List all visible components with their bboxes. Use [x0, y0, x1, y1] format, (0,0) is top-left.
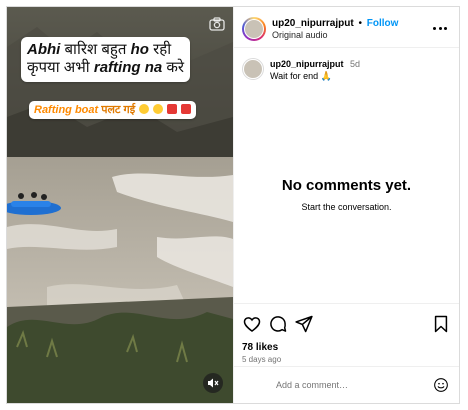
muted-speaker-icon: [208, 378, 219, 388]
header-text: up20_nipurrajput • Follow Original audio: [272, 18, 433, 41]
avatar-image: [245, 20, 263, 38]
caption-line-1: Abhi बारिश बहुत ho रही: [27, 41, 172, 58]
post-modal: Abhi बारिश बहुत ho रही कृपया अभी rafting…: [6, 6, 460, 404]
like-heart-icon[interactable]: [242, 314, 262, 334]
camera-icon[interactable]: [209, 17, 225, 31]
more-options-icon[interactable]: [433, 27, 447, 31]
video-caption-hindi: Abhi बारिश बहुत ho रही कृपया अभी rafting…: [21, 37, 191, 82]
caption-avatar[interactable]: [242, 58, 264, 80]
caption-line-2: कृपया अभी rafting na करे: [27, 59, 185, 76]
caption-time: 5d: [350, 59, 361, 69]
separator-dot: •: [358, 17, 362, 29]
post-date[interactable]: 5 days ago: [242, 355, 451, 364]
caption-text: Wait for end 🙏: [270, 71, 332, 81]
siren-icon: [167, 104, 178, 114]
likes-count[interactable]: 78 likes: [242, 342, 451, 353]
video-subcaption: Rafting boat पलट गई: [29, 101, 197, 119]
caption-username[interactable]: up20_nipurrajput: [270, 59, 344, 69]
comment-bar: [234, 366, 459, 403]
save-bookmark-icon[interactable]: [431, 314, 451, 334]
comment-icon[interactable]: [268, 314, 288, 334]
mute-button[interactable]: [203, 373, 223, 393]
post-header: up20_nipurrajput • Follow Original audio: [234, 11, 459, 48]
empty-comments-subtitle: Start the conversation.: [301, 202, 392, 212]
header-username[interactable]: up20_nipurrajput: [272, 18, 354, 29]
original-audio-link[interactable]: Original audio: [272, 30, 433, 41]
empty-comments: No comments yet. Start the conversation.: [234, 177, 459, 212]
siren-icon-2: [181, 104, 192, 114]
avatar[interactable]: [242, 17, 266, 41]
post-details-panel: up20_nipurrajput • Follow Original audio…: [233, 7, 459, 403]
emoji-icon[interactable]: [433, 377, 449, 393]
scream-emoji-icon: [139, 104, 150, 114]
video-player[interactable]: Abhi बारिश बहुत ho रही कृपया अभी rafting…: [7, 7, 233, 403]
fear-emoji-icon: [153, 104, 164, 114]
follow-button[interactable]: Follow: [367, 18, 399, 29]
empty-comments-title: No comments yet.: [281, 177, 412, 194]
add-comment-input[interactable]: [274, 379, 433, 391]
share-icon[interactable]: [294, 314, 314, 334]
post-caption: up20_nipurrajput 5d Wait for end 🙏: [234, 48, 459, 82]
post-actions: 78 likes 5 days ago: [234, 303, 459, 364]
